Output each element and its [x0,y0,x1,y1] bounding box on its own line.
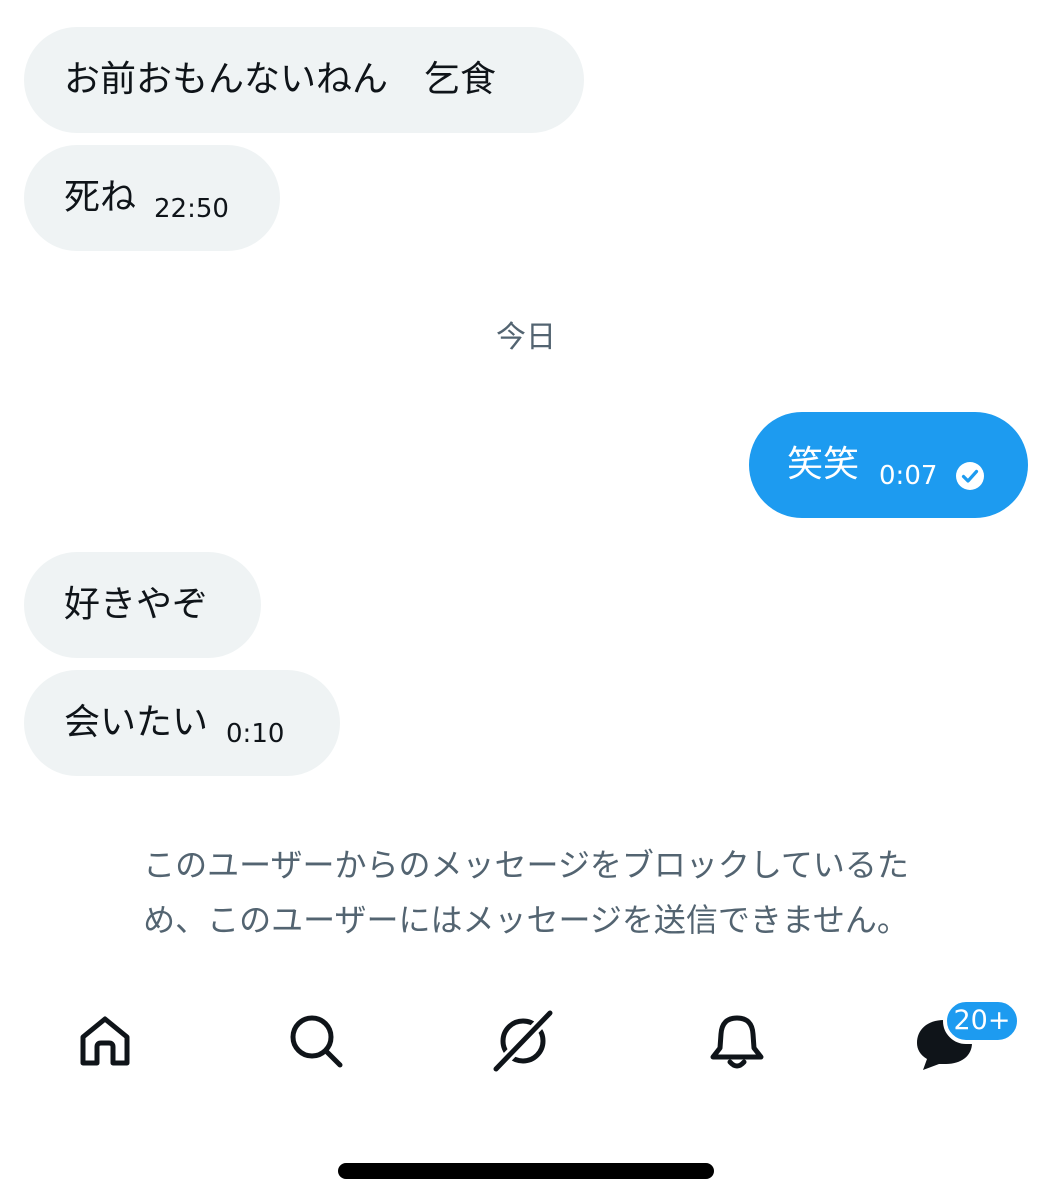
message-text: 死ね [64,177,137,218]
home-icon[interactable] [74,1010,136,1072]
messages-badge: 20+ [943,998,1021,1044]
message-bubble-incoming[interactable]: お前おもんないねん 乞食 [24,27,584,133]
message-bubble-incoming[interactable]: 好きやぞ [24,552,261,658]
message-timestamp: 0:10 [226,719,285,749]
message-text: 笑笑 [787,444,860,485]
message-timestamp: 0:07 [879,461,938,491]
blocked-notice-line: このユーザーからのメッセージをブロックしているた [143,846,909,884]
message-text: 好きやぞ [64,584,209,625]
date-divider: 今日 [496,320,556,355]
home-indicator[interactable] [338,1163,714,1179]
message-bubble-outgoing[interactable]: 笑笑 0:07 [749,412,1028,518]
notifications-icon[interactable] [706,1010,768,1072]
blocked-notice-line: め、このユーザーにはメッセージを送信できません。 [143,901,909,939]
message-bubble-incoming[interactable]: 死ね 22:50 [24,145,280,251]
message-bubble-incoming[interactable]: 会いたい 0:10 [24,670,340,776]
read-check-icon [956,462,985,490]
message-text: お前おもんないねん 乞食 [64,59,497,100]
spaces-icon[interactable] [492,1010,554,1072]
search-icon[interactable] [285,1010,347,1072]
message-text: 会いたい [64,702,209,743]
message-timestamp: 22:50 [154,194,229,224]
blocked-notice: このユーザーからのメッセージをブロックしているた め、このユーザーにはメッセージ… [40,838,1012,948]
